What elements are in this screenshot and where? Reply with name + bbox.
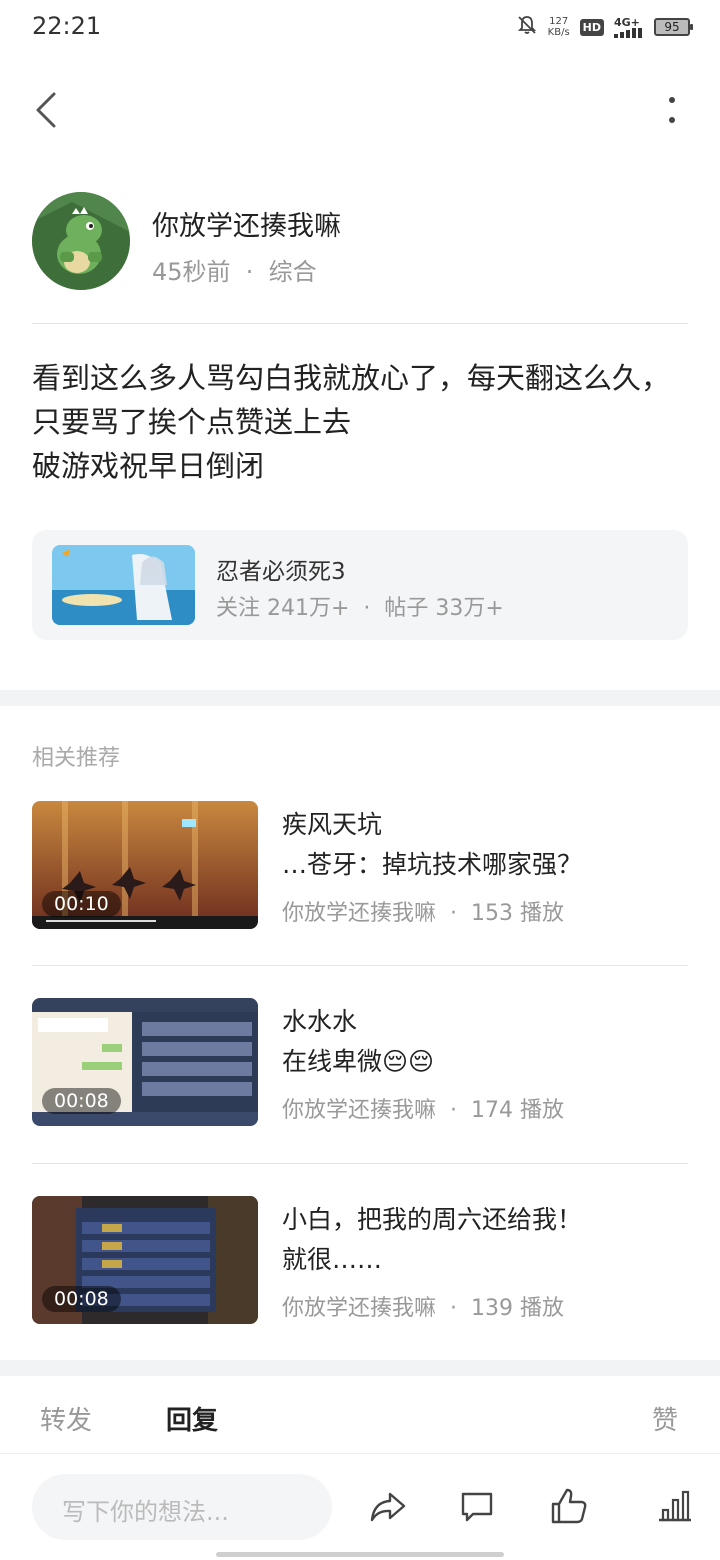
video-duration: 00:08 [42,1088,121,1114]
post-meta: 45秒前 · 综合 [152,258,317,286]
post-text-line: 看到这么多人骂勾白我就放心了，每天翻这么久，只要骂了挨个点赞送上去 [32,361,671,439]
post-content: 看到这么多人骂勾白我就放心了，每天翻这么久，只要骂了挨个点赞送上去 破游戏祝早日… [32,356,692,488]
video-thumbnail: 00:10 [32,801,258,929]
net-speed-unit: KB/s [547,27,570,38]
author-header: 你放学还揍我嘛 45秒前 · 综合 [32,190,688,292]
rec-meta: 你放学还揍我嘛 · 153 播放 [282,901,564,926]
divider [32,323,688,324]
forum-name: 忍者必须死3 [216,559,346,585]
forum-thumbnail [52,545,195,625]
tab-reply[interactable]: 回复 [166,1400,218,1437]
section-separator [0,690,720,706]
status-time: 22:21 [32,12,102,40]
forum-stats: 关注 241万+ · 帖子 33万+ [216,596,504,621]
more-button[interactable] [660,92,684,132]
forum-card[interactable]: 忍者必须死3 关注 241万+ · 帖子 33万+ [32,530,688,640]
list-item[interactable]: 00:10 疾风天坑 …苍牙：掉坑技术哪家强？ 你放学还揍我嘛 · 153 播放 [32,801,688,929]
net-speed-value: 127 [549,16,569,27]
comment-icon[interactable] [457,1486,497,1526]
post-text-line: 破游戏祝早日倒闭 [32,449,265,483]
thumbs-up-icon[interactable] [549,1486,589,1526]
author-name[interactable]: 你放学还揍我嘛 [152,204,341,243]
mute-bell-icon [516,14,538,40]
rec-meta: 你放学还揍我嘛 · 174 播放 [282,1098,564,1123]
rec-title: 小白，把我的周六还给我！ 就很…… [282,1205,583,1274]
chevron-left-icon [35,92,57,132]
battery-icon: 95 [654,18,693,36]
net-speed: 127 KB/s [548,16,570,38]
home-indicator[interactable] [216,1552,504,1557]
divider [32,1163,688,1164]
network-type: 4G+ [614,15,640,29]
back-button[interactable] [26,88,66,136]
video-thumbnail: 00:08 [32,998,258,1126]
avatar[interactable] [32,192,130,290]
battery-level: 95 [664,20,680,34]
tab-like[interactable]: 赞 [652,1400,678,1437]
related-title: 相关推荐 [32,746,121,771]
list-item[interactable]: 00:08 小白，把我的周六还给我！ 就很…… 你放学还揍我嘛 · 139 播放 [32,1196,688,1324]
video-duration: 00:10 [42,891,121,917]
rec-title: 疾风天坑 …苍牙：掉坑技术哪家强？ [282,810,583,879]
more-vertical-icon [668,96,676,128]
status-bar: 22:21 127 KB/s HD 4G+ 95 [0,0,720,56]
rec-title: 水水水 在线卑微😔😔 [282,1007,435,1076]
bottom-toolbar: 写下你的想法... [0,1456,720,1560]
divider [32,965,688,966]
stats-icon[interactable] [655,1486,695,1526]
signal-icon: 4G+ [614,17,644,38]
list-item[interactable]: 00:08 水水水 在线卑微😔😔 你放学还揍我嘛 · 174 播放 [32,998,688,1126]
rec-meta: 你放学还揍我嘛 · 139 播放 [282,1296,564,1321]
comment-input[interactable]: 写下你的想法... [32,1474,332,1540]
share-icon[interactable] [368,1486,408,1526]
interaction-tabs: 转发 回复 赞 [0,1376,720,1454]
hd-badge: HD [579,18,604,36]
tab-forward[interactable]: 转发 [40,1400,92,1437]
video-thumbnail: 00:08 [32,1196,258,1324]
video-duration: 00:08 [42,1286,121,1312]
status-icons: 127 KB/s HD 4G+ 95 [516,14,693,40]
section-separator [0,1360,720,1376]
